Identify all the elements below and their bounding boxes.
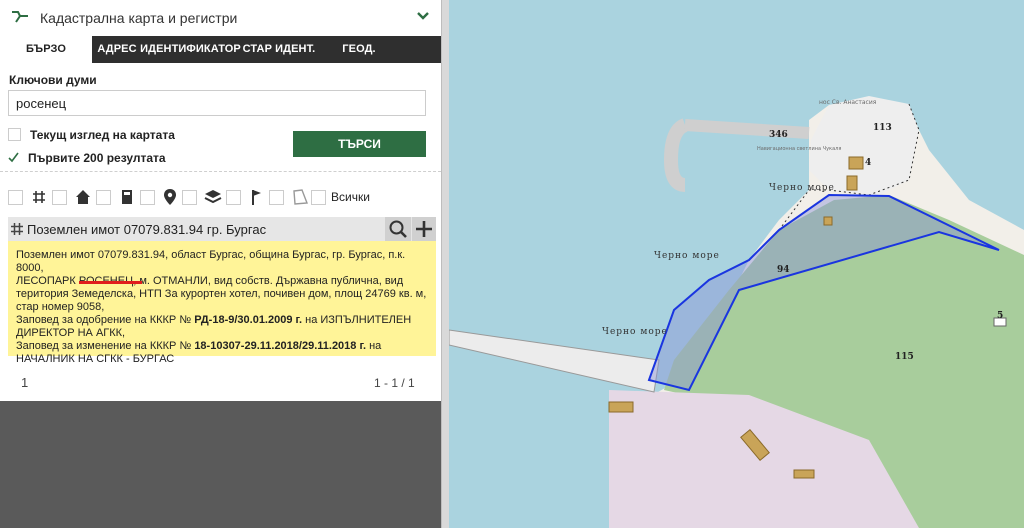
filter-flag-checkbox[interactable] [226, 190, 241, 205]
layers-icon [204, 190, 222, 204]
calculator-icon [122, 190, 132, 204]
result-header[interactable]: Поземлен имот 07079.831.94 гр. Бургас [8, 217, 436, 241]
amendment-order-issuer: НАЧАЛНИК НА СГКК - БУРГАС [16, 353, 175, 365]
first200-checkbox[interactable] [8, 152, 19, 163]
result-line-3: територия Земеделска, НТП За курортен хо… [16, 288, 427, 300]
current-view-label: Текущ изглед на картата [30, 128, 175, 142]
filter-point-checkbox[interactable] [140, 190, 155, 205]
cadastre-logo-icon [12, 11, 28, 23]
approval-order-number[interactable]: РД-18-9/30.01.2009 г. [194, 314, 302, 326]
first200-option[interactable]: Първите 200 резултата [8, 151, 166, 165]
cadastral-map[interactable]: Черно море Черно море Черно море 346 113… [449, 0, 1024, 528]
tab-quick-search[interactable]: БЪРЗО ТЪРСЕНЕ [0, 36, 92, 82]
amendment-order-number[interactable]: 18-10307-29.11.2018/29.11.2018 г. [194, 340, 366, 352]
search-tabs: БЪРЗО ТЪРСЕНЕ АДРЕС ИДЕНТИФИКАТОР СТАР И… [0, 36, 441, 82]
filter-layer-checkbox[interactable] [182, 190, 197, 205]
filter-polygon-checkbox[interactable] [269, 190, 284, 205]
building [848, 156, 864, 170]
checkmark-icon [8, 152, 19, 163]
filter-all-label: Всички [331, 190, 370, 204]
panel-header[interactable]: Кадастрална карта и регистри [0, 0, 441, 37]
panel-splitter[interactable] [441, 0, 449, 528]
quick-search-body: Ключови думи Текущ изглед на картата Пър… [0, 63, 441, 401]
tab-identifier[interactable]: ИДЕНТИФИКАТОР [140, 36, 241, 63]
building [846, 175, 858, 191]
polygon-icon [293, 189, 308, 205]
filter-parcel-checkbox[interactable] [8, 190, 23, 205]
sea-label-1: Черно море [769, 183, 835, 193]
tab-address[interactable]: АДРЕС [94, 36, 140, 63]
approval-order: Заповед за одобрение на КККР № РД-18-9/3… [16, 314, 412, 326]
pagination: 1 1 - 1 / 1 [0, 372, 441, 400]
plus-icon [416, 221, 432, 237]
cape-label: нос Св. Анастасия [819, 99, 877, 106]
sea-label-2: Черно море [654, 251, 720, 261]
keywords-input[interactable] [8, 90, 426, 116]
filter-apartment-checkbox[interactable] [96, 190, 111, 205]
zoom-to-result-button[interactable] [385, 217, 411, 241]
keywords-label: Ключови думи [9, 73, 97, 87]
parcel-label-5: 5 [997, 311, 1003, 321]
house-icon [76, 190, 90, 204]
parcel-label-4: 4 [865, 158, 871, 168]
filter-all-checkbox[interactable] [311, 190, 326, 205]
result-line-4: стар номер 9058, [16, 301, 105, 313]
first200-label: Първите 200 резултата [28, 151, 166, 165]
page-number[interactable]: 1 [21, 375, 28, 390]
search-icon [389, 220, 407, 238]
result-range: 1 - 1 / 1 [374, 376, 415, 390]
left-panel: Кадастрална карта и регистри БЪРЗО ТЪРСЕ… [0, 0, 441, 528]
building [608, 401, 634, 413]
panel-title: Кадастрална карта и регистри [40, 10, 238, 26]
tab-geodetic-base[interactable]: ГЕОД. ОСНОВА [317, 36, 401, 82]
sea-label-3: Черно море [602, 327, 668, 337]
current-view-option[interactable]: Текущ изглед на картата [8, 128, 175, 142]
chevron-down-icon[interactable] [417, 11, 429, 21]
location-pin-icon [164, 189, 176, 205]
result-title: Поземлен имот 07079.831.94 гр. Бургас [27, 222, 267, 237]
tab-old-identifier[interactable]: СТАР ИДЕНТ. [241, 36, 317, 63]
approval-order-issuer: ДИРЕКТОР НА АГКК, [16, 327, 126, 339]
grid-icon [33, 191, 45, 203]
filter-building-checkbox[interactable] [52, 190, 67, 205]
result-line-1: Поземлен имот 07079.831.94, област Бурга… [16, 249, 406, 274]
result-line-2: ЛЕСОПАРК РОСЕНЕЦ, м. ОТМАНЛИ, вид собств… [16, 275, 404, 287]
grid-icon [11, 223, 23, 235]
current-view-checkbox[interactable] [8, 128, 21, 142]
parcel-label-94: 94 [777, 265, 790, 275]
building [823, 216, 833, 226]
object-type-filters: Всички [8, 187, 438, 207]
parcel-label-115: 115 [895, 352, 914, 362]
building [793, 469, 815, 479]
flag-icon [252, 190, 261, 205]
search-button[interactable]: ТЪРСИ [293, 131, 426, 157]
red-underline-annotation [79, 281, 142, 284]
amendment-order: Заповед за изменение на КККР № 18-10307-… [16, 340, 382, 352]
lighthouse-label: Навигационна светлина Чукаля [757, 146, 841, 152]
parcel-label-346: 346 [769, 130, 788, 140]
result-details: Поземлен имот 07079.831.94, област Бурга… [8, 241, 436, 365]
add-result-button[interactable] [412, 217, 436, 241]
divider [0, 171, 441, 172]
parcel-label-113: 113 [873, 123, 892, 133]
